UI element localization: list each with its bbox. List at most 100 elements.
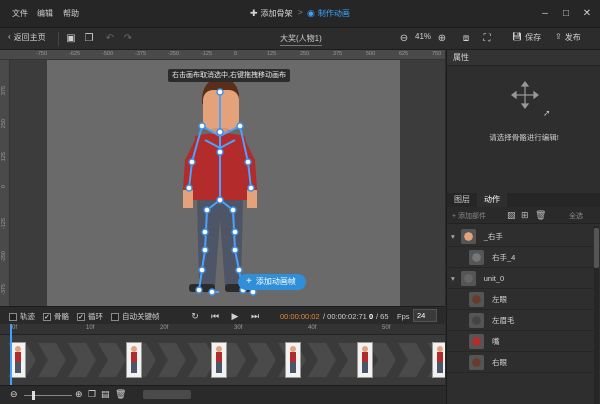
keyframe-thumbnail[interactable] [126, 342, 142, 378]
ruler-tick-label: 250 [300, 51, 310, 57]
previous-frame-icon[interactable]: ⏮ [209, 310, 221, 322]
delete-icon[interactable]: 🗑︎ [535, 210, 546, 221]
copy-icon[interactable]: ❐ [82, 32, 96, 46]
layer-scrollbar-thumb[interactable] [594, 228, 599, 268]
add-animation-frame-label: 添加动画帧 [255, 277, 296, 286]
auto-keyframe-label: 自动关键帧 [122, 312, 160, 321]
layer-row[interactable]: 左眉毛 [447, 310, 597, 331]
frame-tick-label: 10f [86, 325, 95, 331]
ruler-tick-label: -250 [168, 51, 180, 57]
save-label: 保存 [525, 33, 542, 42]
back-home-button[interactable]: ‹ 返回主页 [8, 32, 46, 43]
menu-edit[interactable]: 编辑 [37, 8, 53, 19]
maximize-icon[interactable]: □ [559, 7, 573, 21]
timeline-zoom-handle[interactable] [32, 391, 35, 400]
minimize-icon[interactable]: – [538, 7, 552, 21]
ruler-tick-label: 750 [432, 51, 442, 57]
menu-help[interactable]: 帮助 [63, 8, 79, 19]
fps-label: Fps [397, 312, 410, 321]
step-add-skeleton[interactable]: ✚ 添加骨架 [250, 8, 293, 19]
checkbox-unchecked-icon [111, 312, 119, 321]
timeline-track[interactable] [0, 335, 445, 385]
add-animation-frame-button[interactable]: + 添加动画帧 [238, 274, 306, 290]
paste-frame-icon[interactable]: ▤ [101, 389, 110, 400]
layer-name: unit_0 [483, 273, 505, 283]
track-chevron [68, 343, 98, 377]
step-make-animation[interactable]: ◉ 制作动画 [307, 8, 350, 19]
next-frame-icon[interactable]: ⏭ [249, 310, 261, 322]
keyframe-thumbnail[interactable] [10, 342, 26, 378]
ruler-tick-label: 625 [399, 51, 409, 57]
bone-checkbox[interactable]: ✓ 骨骼 [43, 311, 69, 322]
track-chevron [248, 343, 278, 377]
document-title[interactable]: 大奖(人物1) [280, 33, 322, 46]
keyframe-thumbnail[interactable] [211, 342, 227, 378]
add-image-icon[interactable]: ⊞ [521, 210, 529, 221]
replay-icon[interactable]: ↻ [189, 310, 201, 322]
zoom-out-icon[interactable]: ⊖ [397, 32, 411, 46]
timeline-ruler[interactable]: 0f10f20f30f40f50f60f [0, 324, 464, 335]
timeline-scrollbar[interactable] [143, 390, 191, 399]
checkbox-checked-icon: ✓ [77, 312, 85, 321]
redo-icon[interactable]: ↷ [121, 32, 135, 46]
add-part-button[interactable]: + 添加部件 [452, 211, 486, 221]
track-chevron [308, 343, 338, 377]
frame-tick-label: 30f [234, 325, 243, 331]
zoom-level: 41% [415, 32, 432, 41]
image-icon[interactable]: ▨ [507, 210, 516, 221]
new-file-icon[interactable]: ▣ [64, 32, 78, 46]
layer-thumbnail [469, 333, 484, 349]
track-checkbox[interactable]: 轨迹 [9, 311, 35, 322]
save-button[interactable]: 💾︎ 保存 [512, 32, 541, 43]
select-all-button[interactable]: 全选 [569, 211, 583, 221]
layer-row[interactable]: ▾ _右手 [447, 226, 597, 247]
undo-icon[interactable]: ↶ [103, 32, 117, 46]
animation-icon: ◉ [307, 8, 315, 18]
track-chevron [98, 343, 128, 377]
total-time: / 00:00:02:71 [323, 312, 367, 321]
menu-file[interactable]: 文件 [12, 8, 28, 19]
checkbox-unchecked-icon [9, 312, 17, 321]
toolbar: ‹ 返回主页 ▣ ❐ ↶ ↷ 大奖(人物1) ⊖ 41% ⊕ ⧈ ⛶ 💾︎ 保存… [0, 28, 600, 50]
publish-label: 发布 [564, 33, 581, 42]
frame-tick-label: 0f [12, 325, 18, 331]
play-icon[interactable]: ▶ [229, 310, 241, 322]
keyframe-thumbnail[interactable] [357, 342, 373, 378]
canvas-hint: 右击画布取消选中,右键拖拽移动画布 [168, 69, 290, 82]
ruler-tick-label: -375 [135, 51, 147, 57]
plus-icon: + [246, 276, 252, 287]
keyframe-thumbnail[interactable] [432, 342, 445, 378]
auto-keyframe-checkbox[interactable]: 自动关键帧 [111, 311, 160, 322]
save-icon: 💾︎ [512, 32, 523, 41]
layer-row[interactable]: 嘴 [447, 331, 597, 352]
step-add-skeleton-label: 添加骨架 [260, 9, 293, 18]
ruler-tick-label: -250 [1, 251, 7, 263]
chevron-down-icon[interactable]: ▾ [451, 232, 455, 241]
drawing-canvas[interactable] [47, 60, 400, 306]
tab-layers[interactable]: 图层 [447, 193, 477, 207]
divider [58, 32, 59, 46]
keyframe-thumbnail[interactable] [285, 342, 301, 378]
zoom-in-icon[interactable]: ⊕ [435, 32, 449, 46]
tab-actions[interactable]: 动作 [477, 193, 507, 207]
copy-frame-icon[interactable]: ❐ [88, 389, 96, 400]
publish-button[interactable]: ⇪ 发布 [555, 32, 581, 43]
chevron-left-icon: ‹ [8, 32, 11, 41]
fullscreen-icon[interactable]: ⛶ [480, 32, 494, 46]
loop-label: 循环 [88, 312, 103, 321]
character-figure[interactable] [47, 60, 400, 306]
playhead[interactable] [10, 324, 12, 385]
layer-row[interactable]: 右手_4 [447, 247, 597, 268]
zoom-out-icon[interactable]: ⊖ [10, 389, 18, 400]
close-icon[interactable]: ✕ [580, 7, 594, 21]
layer-row[interactable]: ▾ unit_0 [447, 268, 597, 289]
chevron-down-icon[interactable]: ▾ [451, 274, 455, 283]
fps-input[interactable]: 24 [413, 309, 437, 322]
layer-row[interactable]: 左眼 [447, 289, 597, 310]
layer-row[interactable]: 右眼 [447, 352, 597, 373]
loop-checkbox[interactable]: ✓ 循环 [77, 311, 103, 322]
delete-frame-icon[interactable]: 🗑︎ [115, 389, 126, 400]
stage[interactable]: -750 -625 -500 -375 -250 -125 0 125 250 375 500 625… [0, 50, 445, 306]
zoom-in-icon[interactable]: ⊕ [75, 389, 83, 400]
fit-screen-icon[interactable]: ⧈ [459, 32, 473, 46]
